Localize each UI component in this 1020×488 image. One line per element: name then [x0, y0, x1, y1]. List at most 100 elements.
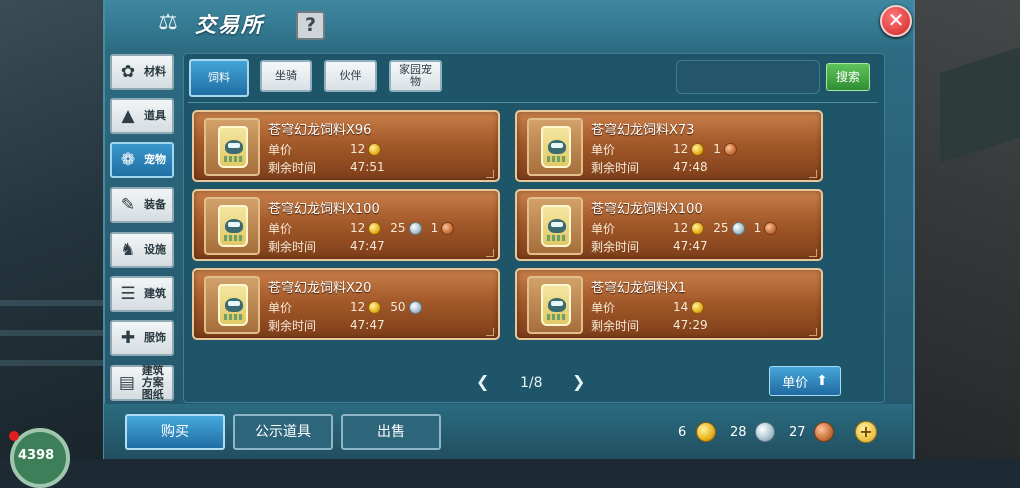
gold-coin-icon [691, 221, 705, 235]
sidebar-item-label: 服饰 [144, 331, 166, 344]
price-row: 单价 12 1 [591, 141, 737, 157]
sidebar-item-label: 建筑 [144, 287, 166, 300]
tab-feed[interactable]: 饲料 [189, 59, 249, 97]
tab-mount[interactable]: 坐骑 [260, 60, 312, 92]
silver-amount: 25 [713, 221, 729, 235]
background-building-left [0, 0, 104, 459]
time-row: 剩余时间 47:47 [591, 238, 708, 254]
price-row: 单价 12 25 1 [591, 220, 778, 236]
item-icon: ▲ [121, 106, 135, 126]
sidebar-item-material[interactable]: ✿ 材料 [110, 54, 174, 90]
corner-decoration [809, 249, 817, 257]
copper-coin-icon [813, 422, 834, 442]
silver-coin-icon [754, 422, 775, 442]
tab-home-pet[interactable]: 家园宠物 [389, 60, 442, 92]
corner-decoration [486, 328, 494, 336]
copper-balance: 27 [789, 422, 834, 442]
time-left-label: 剩余时间 [591, 160, 640, 175]
close-button[interactable]: ✕ [880, 5, 912, 37]
clothing-icon: ✚ [120, 328, 136, 348]
search-input[interactable] [676, 60, 820, 94]
corner-decoration [486, 249, 494, 257]
price-row: 单价 14 [591, 299, 705, 315]
time-row: 剩余时间 47:29 [591, 317, 708, 333]
price-row: 单价 12 25 1 [268, 220, 455, 236]
item-thumbnail [204, 276, 260, 334]
gold-amount: 12 [350, 142, 366, 156]
sidebar-item-clothing[interactable]: ✚ 服饰 [110, 320, 174, 356]
item-name: 苍穹幻龙饲料X20 [268, 281, 372, 296]
time-left-label: 剩余时间 [268, 160, 317, 175]
silver-balance-value: 28 [730, 424, 747, 440]
next-page-button[interactable]: ❯ [572, 372, 585, 391]
help-button[interactable]: ? [296, 11, 325, 40]
equipment-icon: ✎ [120, 195, 136, 215]
search-button[interactable]: 搜索 [826, 63, 870, 91]
divider [188, 102, 878, 103]
paw-icon: ❁ [120, 150, 136, 170]
buy-button[interactable]: 购买 [125, 414, 225, 450]
gold-balance: 6 [678, 422, 717, 442]
sidebar-item-label: 道具 [144, 109, 166, 122]
feed-bag-icon [541, 205, 571, 247]
gold-coin-icon [696, 422, 717, 442]
gold-coin-icon [368, 300, 382, 314]
gold-amount: 14 [673, 300, 689, 314]
page-indicator: 1/8 [520, 375, 543, 391]
sidebar-item-pet[interactable]: ❁ 宠物 [110, 142, 174, 178]
sidebar-item-equipment[interactable]: ✎ 装备 [110, 187, 174, 223]
feed-bag-icon [541, 284, 571, 326]
sidebar-item-item[interactable]: ▲ 道具 [110, 98, 174, 134]
time-left-label: 剩余时间 [591, 318, 640, 333]
time-row: 剩余时间 47:47 [268, 238, 385, 254]
silver-amount: 25 [390, 221, 406, 235]
sort-by-price-button[interactable]: 单价 ⬆ [769, 366, 841, 396]
feed-bag-icon [541, 126, 571, 168]
facility-icon: ♞ [120, 240, 136, 260]
tab-partner[interactable]: 伙伴 [324, 60, 377, 92]
sidebar-item-label: 装备 [144, 198, 166, 211]
sell-button[interactable]: 出售 [341, 414, 441, 450]
sort-label: 单价 [782, 375, 809, 391]
copper-amount: 1 [753, 221, 762, 235]
listing-card[interactable]: 苍穹幻龙饲料X100 单价 12 25 1 剩余时间 47:47 [192, 189, 500, 261]
listing-card[interactable]: 苍穹幻龙饲料X73 单价 12 1 剩余时间 47:48 [515, 110, 823, 182]
corner-decoration [486, 170, 494, 178]
unit-price-label: 单价 [268, 221, 293, 236]
copper-coin-icon [441, 221, 455, 235]
time-left-label: 剩余时间 [268, 318, 317, 333]
price-row: 单价 12 50 [268, 299, 422, 315]
unit-price-label: 单价 [591, 300, 616, 315]
building-icon: ☰ [120, 284, 136, 304]
copper-balance-value: 27 [789, 424, 806, 440]
player-number: 4398 [18, 448, 55, 463]
listing-card[interactable]: 苍穹幻龙饲料X20 单价 12 50 剩余时间 47:47 [192, 268, 500, 340]
prev-page-button[interactable]: ❮ [476, 372, 489, 391]
background-stripe [0, 360, 104, 366]
corner-decoration [809, 328, 817, 336]
background-stripe [0, 300, 104, 306]
unit-price-label: 单价 [591, 221, 616, 236]
time-left-value: 47:47 [350, 239, 385, 253]
listing-card[interactable]: 苍穹幻龙饲料X100 单价 12 25 1 剩余时间 47:47 [515, 189, 823, 261]
listing-card[interactable]: 苍穹幻龙饲料X96 单价 12 剩余时间 47:51 [192, 110, 500, 182]
time-row: 剩余时间 47:48 [591, 159, 708, 175]
silver-balance: 28 [730, 422, 775, 442]
gold-coin-icon [691, 300, 705, 314]
sidebar-item-building[interactable]: ☰ 建筑 [110, 276, 174, 312]
sidebar-item-facility[interactable]: ♞ 设施 [110, 232, 174, 268]
silver-coin-icon [408, 300, 422, 314]
sidebar-item-label: 设施 [144, 243, 166, 256]
sidebar-item-label: 建筑方案图纸 [141, 364, 164, 401]
time-row: 剩余时间 47:51 [268, 159, 385, 175]
gold-amount: 12 [673, 221, 689, 235]
item-thumbnail [527, 197, 583, 255]
listing-card[interactable]: 苍穹幻龙饲料X1 单价 14 剩余时间 47:29 [515, 268, 823, 340]
add-currency-button[interactable]: + [855, 421, 877, 443]
item-thumbnail [527, 276, 583, 334]
public-items-button[interactable]: 公示道具 [233, 414, 333, 450]
gold-balance-value: 6 [678, 424, 687, 440]
sidebar-item-blueprint[interactable]: ▤ 建筑方案图纸 [110, 365, 174, 401]
background-stripe [0, 330, 104, 336]
sidebar-item-label: 宠物 [144, 153, 166, 166]
